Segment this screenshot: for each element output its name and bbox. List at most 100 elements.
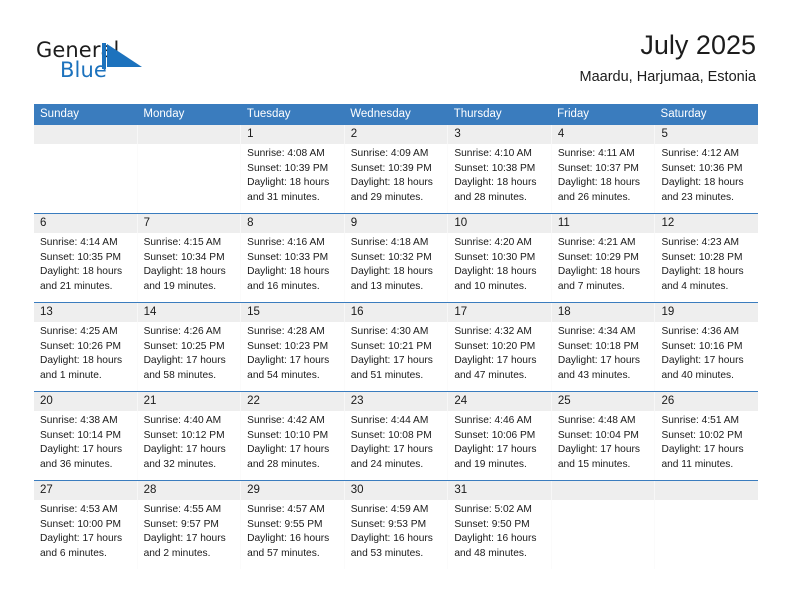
- sunrise-text: Sunrise: 4:21 AM: [557, 237, 636, 248]
- day-cell[interactable]: [655, 500, 758, 569]
- week-row: 1 2 3 4 5 Sunrise: 4:08 AM Sunset: 10:39…: [34, 125, 758, 213]
- day-cell[interactable]: Sunrise: 4:30 AM Sunset: 10:21 PM Daylig…: [345, 322, 449, 391]
- page-title: July 2025: [640, 30, 756, 60]
- sunset-text: Sunset: 10:04 PM: [557, 429, 639, 441]
- day-number[interactable]: [552, 481, 656, 500]
- sunrise-text: Sunrise: 4:30 AM: [350, 326, 429, 337]
- day-number[interactable]: [138, 125, 242, 144]
- brand-logo[interactable]: General Blue: [36, 38, 166, 86]
- daylight-text: Daylight: 17 hours: [350, 444, 433, 456]
- day-cell[interactable]: Sunrise: 4:12 AM Sunset: 10:36 PM Daylig…: [655, 144, 758, 213]
- day-cell[interactable]: Sunrise: 4:34 AM Sunset: 10:18 PM Daylig…: [552, 322, 656, 391]
- week-detail-row: Sunrise: 4:53 AM Sunset: 10:00 PM Daylig…: [34, 500, 758, 569]
- week-detail-row: Sunrise: 4:25 AM Sunset: 10:26 PM Daylig…: [34, 322, 758, 391]
- day-number[interactable]: 16: [345, 303, 449, 322]
- day-cell[interactable]: Sunrise: 4:42 AM Sunset: 10:10 PM Daylig…: [241, 411, 345, 480]
- day-number[interactable]: 9: [345, 214, 449, 233]
- day-number[interactable]: 10: [448, 214, 552, 233]
- day-cell[interactable]: Sunrise: 4:25 AM Sunset: 10:26 PM Daylig…: [34, 322, 138, 391]
- day-cell[interactable]: Sunrise: 4:46 AM Sunset: 10:06 PM Daylig…: [448, 411, 552, 480]
- day-number[interactable]: 28: [138, 481, 242, 500]
- day-number[interactable]: 21: [138, 392, 242, 411]
- day-cell[interactable]: Sunrise: 4:40 AM Sunset: 10:12 PM Daylig…: [138, 411, 242, 480]
- day-number[interactable]: 27: [34, 481, 138, 500]
- day-cell[interactable]: Sunrise: 4:14 AM Sunset: 10:35 PM Daylig…: [34, 233, 138, 302]
- day-number[interactable]: 7: [138, 214, 242, 233]
- daylight-text: Daylight: 18 hours: [454, 177, 537, 189]
- week-detail-row: Sunrise: 4:08 AM Sunset: 10:39 PM Daylig…: [34, 144, 758, 213]
- day-number[interactable]: 18: [552, 303, 656, 322]
- day-number[interactable]: 30: [345, 481, 449, 500]
- sunrise-text: Sunrise: 4:23 AM: [661, 237, 740, 248]
- day-cell[interactable]: [552, 500, 656, 569]
- day-cell[interactable]: Sunrise: 4:32 AM Sunset: 10:20 PM Daylig…: [448, 322, 552, 391]
- day-number[interactable]: 4: [552, 125, 656, 144]
- sunrise-text: Sunrise: 4:55 AM: [143, 504, 222, 515]
- day-number[interactable]: 14: [138, 303, 242, 322]
- day-number[interactable]: 26: [655, 392, 758, 411]
- day-cell[interactable]: Sunrise: 4:59 AM Sunset: 9:53 PM Dayligh…: [345, 500, 449, 569]
- day-cell[interactable]: Sunrise: 4:21 AM Sunset: 10:29 PM Daylig…: [552, 233, 656, 302]
- day-cell[interactable]: Sunrise: 4:48 AM Sunset: 10:04 PM Daylig…: [552, 411, 656, 480]
- day-number[interactable]: 25: [552, 392, 656, 411]
- day-number[interactable]: 5: [655, 125, 758, 144]
- day-number[interactable]: 31: [448, 481, 552, 500]
- sunset-text: Sunset: 10:39 PM: [247, 162, 329, 174]
- day-number[interactable]: 8: [241, 214, 345, 233]
- day-number[interactable]: 6: [34, 214, 138, 233]
- daylight-text: Daylight: 18 hours: [661, 266, 744, 278]
- day-number[interactable]: 2: [345, 125, 449, 144]
- day-cell[interactable]: Sunrise: 4:28 AM Sunset: 10:23 PM Daylig…: [241, 322, 345, 391]
- day-cell[interactable]: Sunrise: 4:16 AM Sunset: 10:33 PM Daylig…: [241, 233, 345, 302]
- day-cell[interactable]: Sunrise: 4:09 AM Sunset: 10:39 PM Daylig…: [345, 144, 449, 213]
- day-number[interactable]: 1: [241, 125, 345, 144]
- day-number[interactable]: 29: [241, 481, 345, 500]
- week-date-band: 1 2 3 4 5: [34, 125, 758, 144]
- day-cell[interactable]: Sunrise: 5:02 AM Sunset: 9:50 PM Dayligh…: [448, 500, 552, 569]
- day-number[interactable]: 13: [34, 303, 138, 322]
- day-number[interactable]: 22: [241, 392, 345, 411]
- day-cell[interactable]: Sunrise: 4:36 AM Sunset: 10:16 PM Daylig…: [655, 322, 758, 391]
- day-number[interactable]: 17: [448, 303, 552, 322]
- day-cell[interactable]: Sunrise: 4:38 AM Sunset: 10:14 PM Daylig…: [34, 411, 138, 480]
- daylight-text-cont: and 7 minutes.: [557, 280, 625, 292]
- week-detail-row: Sunrise: 4:38 AM Sunset: 10:14 PM Daylig…: [34, 411, 758, 480]
- day-cell[interactable]: Sunrise: 4:57 AM Sunset: 9:55 PM Dayligh…: [241, 500, 345, 569]
- daylight-text-cont: and 58 minutes.: [143, 369, 217, 381]
- daylight-text-cont: and 31 minutes.: [247, 191, 320, 203]
- day-number[interactable]: 3: [448, 125, 552, 144]
- week-date-band: 20 21 22 23 24 25 26: [34, 392, 758, 411]
- day-cell[interactable]: [34, 144, 138, 213]
- day-number[interactable]: 23: [345, 392, 449, 411]
- daylight-text: Daylight: 17 hours: [350, 355, 433, 367]
- day-cell[interactable]: [138, 144, 242, 213]
- daylight-text-cont: and 43 minutes.: [557, 369, 631, 381]
- daylight-text-cont: and 13 minutes.: [350, 280, 424, 292]
- day-number[interactable]: 20: [34, 392, 138, 411]
- day-number[interactable]: 15: [241, 303, 345, 322]
- day-cell[interactable]: Sunrise: 4:23 AM Sunset: 10:28 PM Daylig…: [655, 233, 758, 302]
- day-cell[interactable]: Sunrise: 4:53 AM Sunset: 10:00 PM Daylig…: [34, 500, 138, 569]
- day-cell[interactable]: Sunrise: 4:11 AM Sunset: 10:37 PM Daylig…: [552, 144, 656, 213]
- day-cell[interactable]: Sunrise: 4:51 AM Sunset: 10:02 PM Daylig…: [655, 411, 758, 480]
- day-cell[interactable]: Sunrise: 4:08 AM Sunset: 10:39 PM Daylig…: [241, 144, 345, 213]
- sunrise-text: Sunrise: 4:42 AM: [247, 415, 325, 426]
- day-number[interactable]: 19: [655, 303, 758, 322]
- day-number[interactable]: [34, 125, 138, 144]
- day-cell[interactable]: Sunrise: 4:55 AM Sunset: 9:57 PM Dayligh…: [138, 500, 242, 569]
- sunrise-text: Sunrise: 4:11 AM: [557, 148, 635, 159]
- day-cell[interactable]: Sunrise: 4:26 AM Sunset: 10:25 PM Daylig…: [138, 322, 242, 391]
- sunset-text: Sunset: 9:57 PM: [143, 518, 219, 530]
- day-cell[interactable]: Sunrise: 4:10 AM Sunset: 10:38 PM Daylig…: [448, 144, 552, 213]
- day-cell[interactable]: Sunrise: 4:18 AM Sunset: 10:32 PM Daylig…: [345, 233, 449, 302]
- day-number[interactable]: [655, 481, 758, 500]
- day-cell[interactable]: Sunrise: 4:44 AM Sunset: 10:08 PM Daylig…: [345, 411, 449, 480]
- daylight-text: Daylight: 17 hours: [454, 355, 537, 367]
- day-number[interactable]: 12: [655, 214, 758, 233]
- day-cell[interactable]: Sunrise: 4:20 AM Sunset: 10:30 PM Daylig…: [448, 233, 552, 302]
- daylight-text: Daylight: 17 hours: [247, 355, 330, 367]
- sunrise-text: Sunrise: 4:20 AM: [454, 237, 532, 248]
- day-number[interactable]: 11: [552, 214, 656, 233]
- day-number[interactable]: 24: [448, 392, 552, 411]
- day-cell[interactable]: Sunrise: 4:15 AM Sunset: 10:34 PM Daylig…: [138, 233, 242, 302]
